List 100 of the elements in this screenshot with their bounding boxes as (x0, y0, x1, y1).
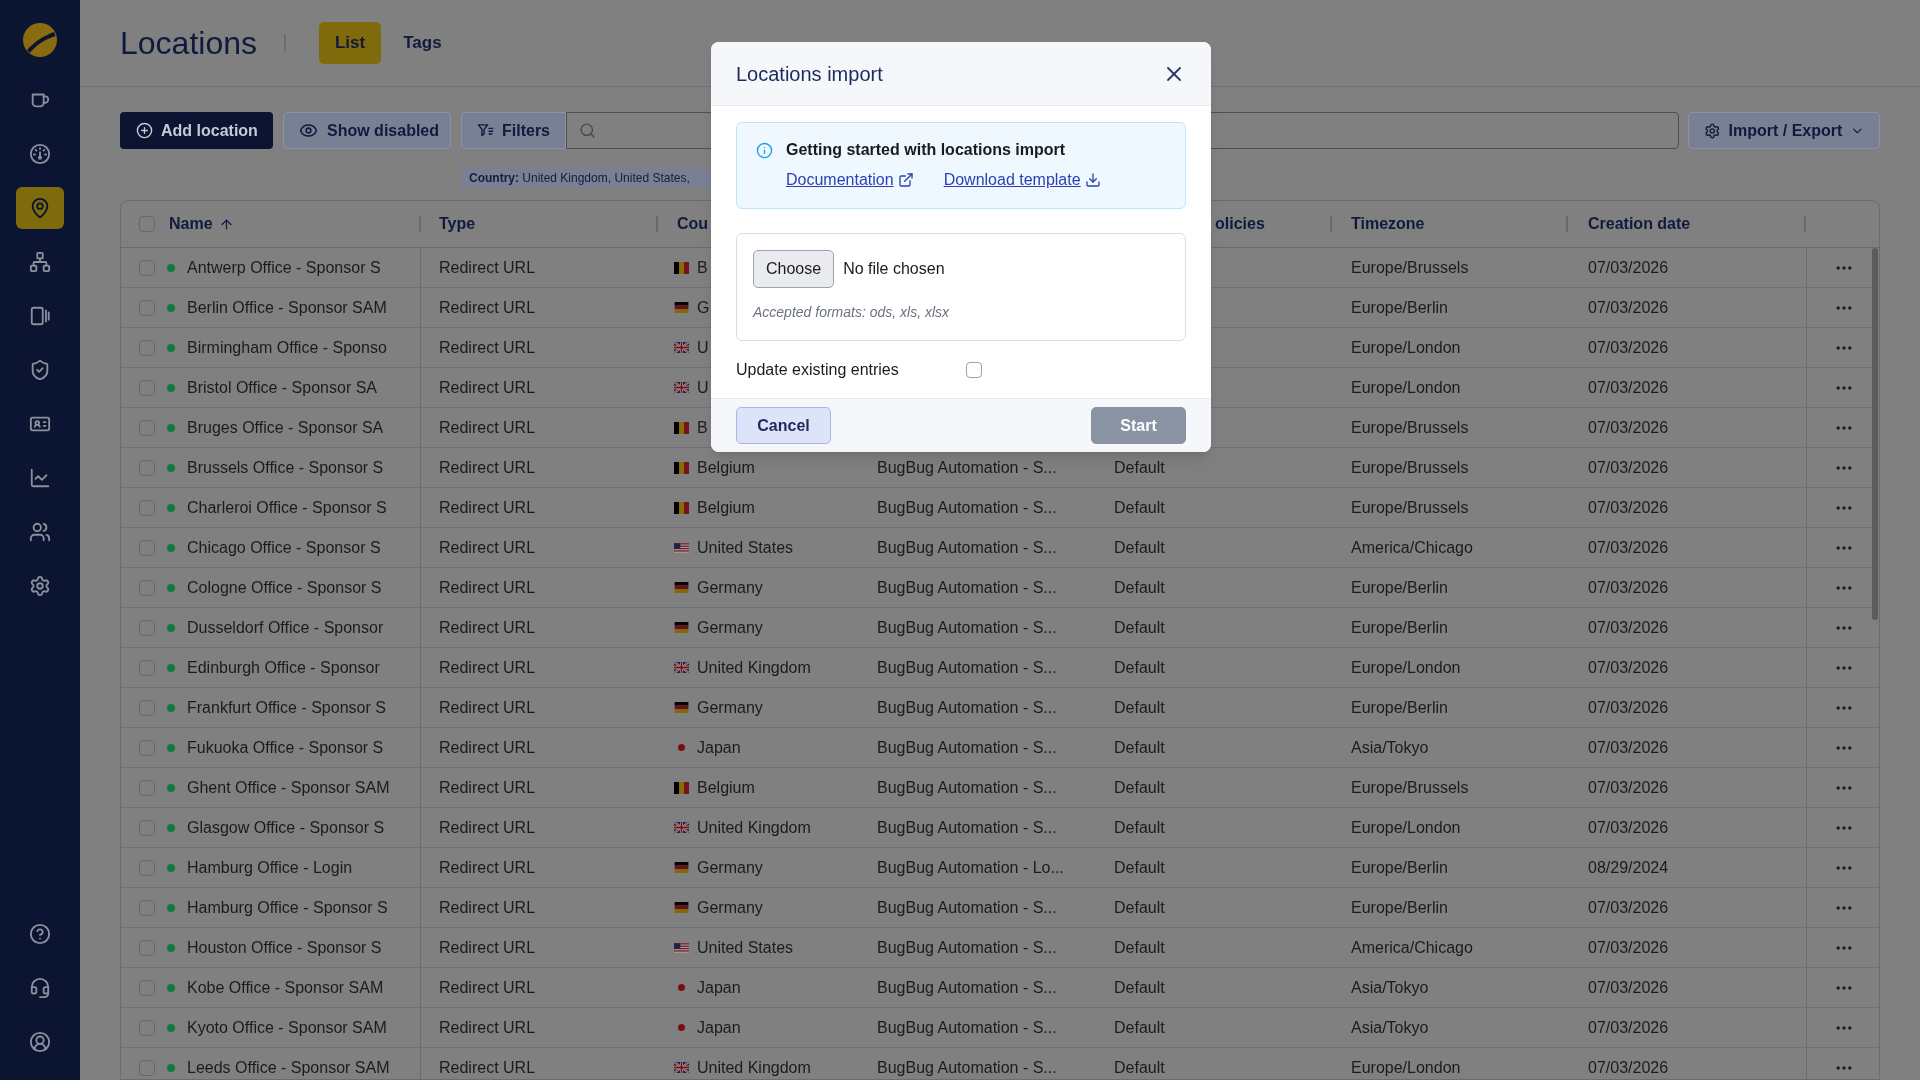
row-checkbox[interactable] (139, 859, 155, 876)
row-checkbox[interactable] (139, 619, 155, 636)
select-all-checkbox[interactable] (139, 216, 155, 232)
row-checkbox[interactable] (139, 739, 155, 756)
table-cell-text: Europe/London (1351, 1057, 1461, 1078)
table-cell-text: 07/03/2026 (1588, 297, 1669, 318)
table-cell-text: United Kingdom (697, 817, 811, 838)
search-icon (579, 122, 596, 139)
location-name: Leeds Office - Sponsor SAM (187, 1057, 390, 1078)
table-cell-text: BugBug Automation - S... (877, 777, 1057, 798)
table-cell-text: Default (1114, 497, 1165, 518)
help-icon[interactable] (29, 923, 51, 945)
flag-icon (673, 622, 689, 633)
row-checkbox[interactable] (139, 659, 155, 676)
table-cell-text: Asia/Tokyo (1351, 977, 1429, 998)
location-name: Frankfurt Office - Sponsor S (187, 697, 386, 718)
location-name: Fukuoka Office - Sponsor S (187, 737, 384, 758)
flag-icon (673, 1062, 689, 1073)
table-cell-text: Europe/Berlin (1351, 577, 1448, 598)
table-cell-text: Default (1114, 537, 1165, 558)
row-checkbox[interactable] (139, 1019, 155, 1036)
table-cell-text: 07/03/2026 (1588, 497, 1669, 518)
row-checkbox[interactable] (139, 1059, 155, 1076)
table-cell-text: BugBug Automation - S... (877, 1057, 1057, 1078)
table-cell-text: Redirect URL (439, 777, 536, 798)
table-cell-text: BugBug Automation - S... (877, 697, 1057, 718)
scrollbar-thumb[interactable] (1872, 248, 1878, 620)
table-cell-text: 07/03/2026 (1588, 577, 1669, 598)
download-link[interactable]: Download template (943, 170, 1101, 190)
sidebar-item[interactable] (16, 187, 64, 229)
row-checkbox[interactable] (139, 379, 155, 396)
table-cell-text: 07/03/2026 (1588, 537, 1669, 558)
gear-icon (1704, 121, 1721, 140)
flag-icon (673, 781, 689, 794)
dialog-title: Locations import (736, 61, 883, 87)
column-header[interactable]: olicies (1215, 212, 1265, 236)
table-cell-text: Europe/Brussels (1351, 257, 1469, 278)
table-cell-text: 07/03/2026 (1588, 937, 1669, 958)
table-cell-text: Redirect URL (439, 737, 536, 758)
table-cell-text: Default (1114, 697, 1165, 718)
column-header[interactable]: Name (169, 212, 213, 236)
row-checkbox[interactable] (139, 459, 155, 476)
flag-icon (673, 501, 689, 514)
row-checkbox[interactable] (139, 939, 155, 956)
row-checkbox[interactable] (139, 819, 155, 836)
user-avatar-icon[interactable] (29, 1031, 51, 1053)
cancel-button[interactable]: Cancel (736, 407, 831, 444)
row-checkbox[interactable] (139, 299, 155, 316)
row-checkbox[interactable] (139, 979, 155, 996)
choose-file-button[interactable]: Choose (753, 250, 835, 288)
table-cell-text: Europe/Berlin (1351, 697, 1448, 718)
row-checkbox[interactable] (139, 579, 155, 596)
location-name: Hamburg Office - Sponsor S (187, 897, 388, 918)
row-checkbox[interactable] (139, 419, 155, 436)
table-cell-text: Redirect URL (439, 337, 536, 358)
column-header[interactable]: Cou (677, 212, 709, 236)
row-checkbox[interactable] (139, 539, 155, 556)
column-header[interactable]: Type (439, 212, 476, 236)
location-name: Ghent Office - Sponsor SAM (187, 777, 390, 798)
table-cell-text: United Kingdom (697, 657, 811, 678)
external-link[interactable]: Documentation (786, 170, 914, 190)
table-cell-text: Default (1114, 617, 1165, 638)
table-cell-text: United States (697, 537, 794, 558)
table-cell-text: U (697, 337, 709, 358)
row-checkbox[interactable] (139, 499, 155, 516)
add-button[interactable]: Add location (120, 112, 273, 149)
table-cell-text: Default (1114, 577, 1165, 598)
table-cell-text: 07/03/2026 (1588, 697, 1669, 718)
location-name: Charleroi Office - Sponsor S (187, 497, 387, 518)
filter-button[interactable]: Filters (461, 112, 566, 149)
table-cell-text: Redirect URL (439, 897, 536, 918)
checkbox[interactable] (966, 362, 982, 378)
flag-icon (677, 1024, 685, 1031)
row-checkbox[interactable] (139, 779, 155, 796)
tab[interactable]: Tags (387, 22, 458, 64)
page-title: Locations (120, 27, 257, 59)
table-cell-text: Redirect URL (439, 857, 536, 878)
logo-icon[interactable] (23, 23, 57, 57)
location-name: Houston Office - Sponsor S (187, 937, 382, 958)
table-cell-text: Redirect URL (439, 577, 536, 598)
row-checkbox[interactable] (139, 259, 155, 276)
table-cell-text: Germany (697, 857, 763, 878)
table-cell-text: BugBug Automation - S... (877, 737, 1057, 758)
table-cell-text: Redirect URL (439, 937, 536, 958)
row-checkbox[interactable] (139, 339, 155, 356)
import-export-button[interactable]: Import / Export (1688, 112, 1880, 149)
row-checkbox[interactable] (139, 899, 155, 916)
table-cell-text: Default (1114, 737, 1165, 758)
visibility-button[interactable]: Show disabled (283, 112, 451, 149)
row-checkbox[interactable] (139, 699, 155, 716)
table-cell-text: Germany (697, 577, 763, 598)
line-chart-icon (29, 467, 51, 489)
table-cell-text: Redirect URL (439, 697, 536, 718)
tab[interactable]: List (319, 22, 382, 64)
flag-icon (673, 902, 689, 913)
column-header[interactable]: Timezone (1351, 212, 1425, 236)
column-header[interactable]: Creation date (1588, 212, 1691, 236)
headset-icon[interactable] (29, 977, 51, 999)
table-cell-text: Japan (697, 737, 741, 758)
table-cell-text: Germany (697, 897, 763, 918)
